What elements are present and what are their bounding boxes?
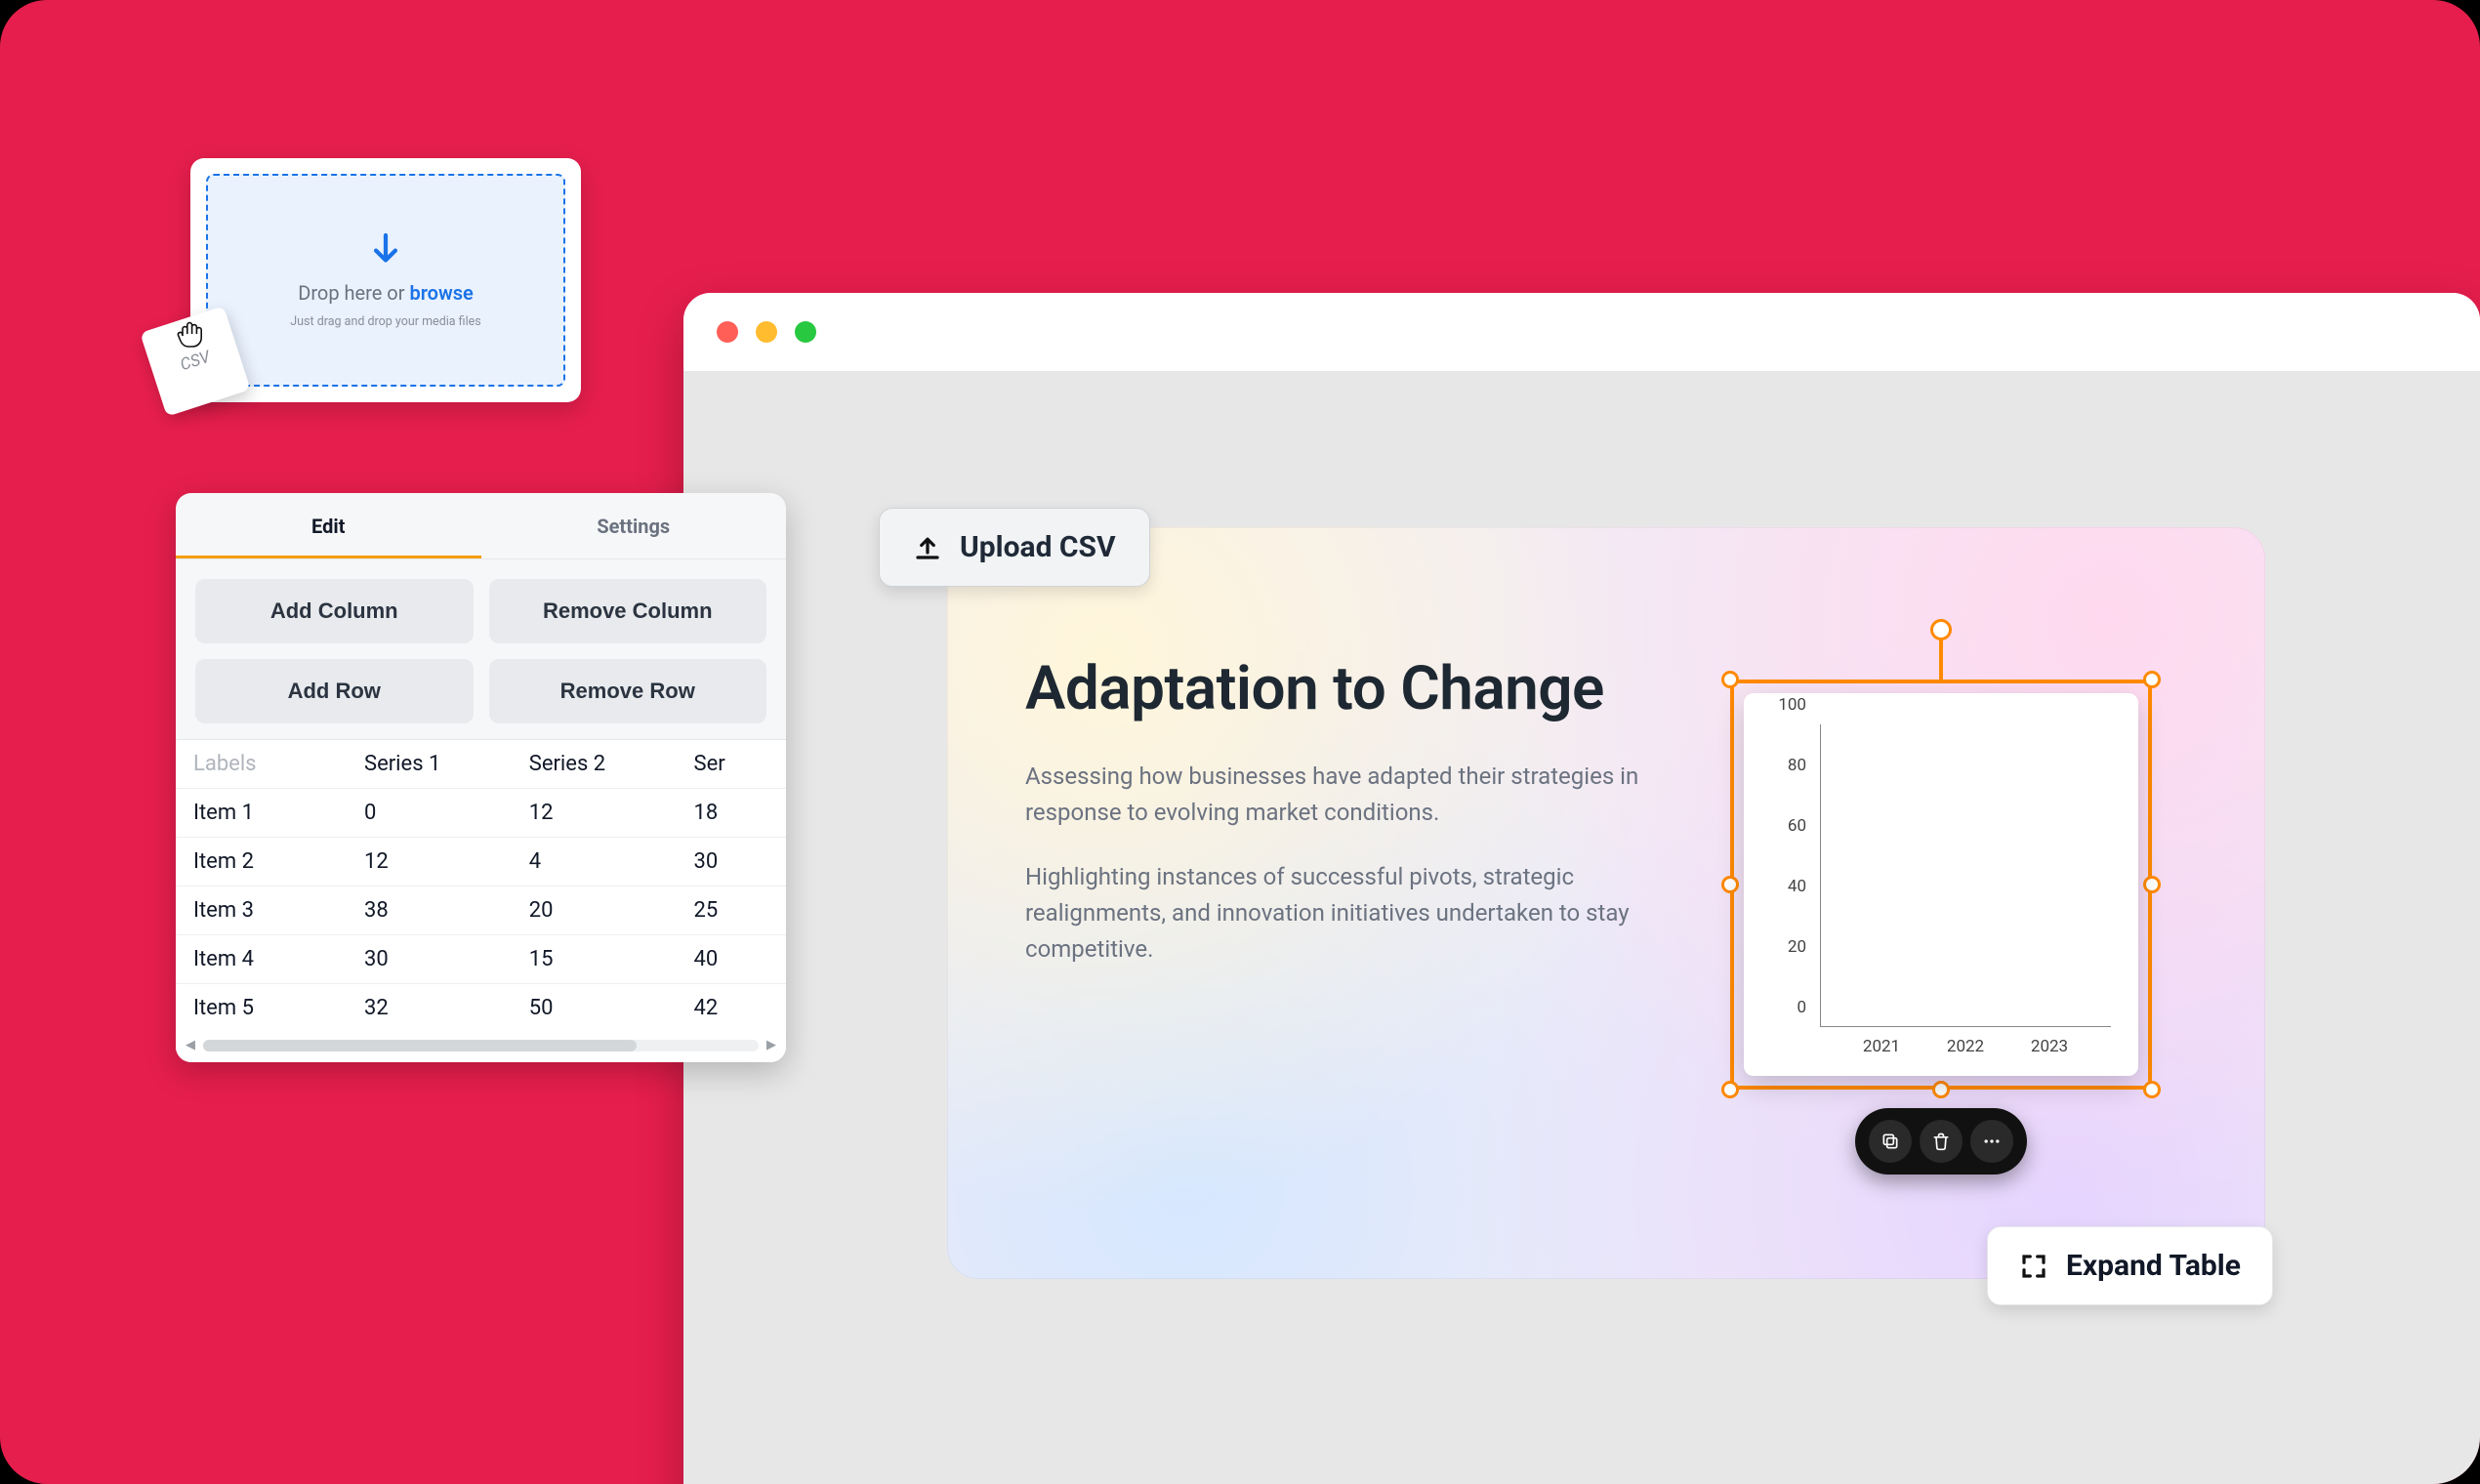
tab-edit[interactable]: Edit (176, 493, 481, 558)
window-close-icon[interactable] (717, 321, 738, 343)
chart-y-axis: 020406080100 (1767, 724, 1812, 1027)
expand-table-button[interactable]: Expand Table (1987, 1226, 2273, 1305)
table-header[interactable]: Ser (677, 740, 787, 789)
panel-button-grid: Add Column Remove Column Add Row Remove … (176, 559, 786, 739)
table-header[interactable]: Series 2 (512, 740, 677, 789)
rotate-handle[interactable] (1930, 619, 1952, 640)
resize-handle-tr[interactable] (2143, 671, 2161, 688)
table-cell[interactable]: 30 (347, 935, 512, 984)
more-icon (1982, 1132, 2002, 1151)
slide-title: Adaptation to Change (1025, 654, 1650, 723)
table-cell[interactable]: Item 4 (176, 935, 347, 984)
data-edit-panel: Edit Settings Add Column Remove Column A… (176, 493, 786, 1062)
table-cell[interactable]: 0 (347, 789, 512, 838)
resize-handle-ml[interactable] (1721, 876, 1739, 893)
chart-bars (1821, 724, 2111, 1026)
scroll-track[interactable] (203, 1040, 759, 1051)
chart-plot (1820, 724, 2111, 1027)
table-cell[interactable]: 12 (347, 838, 512, 886)
resize-handle-tl[interactable] (1721, 671, 1739, 688)
dropzone[interactable]: Drop here or browse Just drag and drop y… (206, 174, 565, 387)
table-row: Item 212430 (176, 838, 786, 886)
x-tick-label: 2022 (1929, 1037, 2002, 1062)
remove-row-button[interactable]: Remove Row (489, 659, 767, 723)
add-row-button[interactable]: Add Row (195, 659, 474, 723)
add-column-button[interactable]: Add Column (195, 579, 474, 643)
resize-handle-mb[interactable] (1932, 1081, 1950, 1098)
window-minimize-icon[interactable] (756, 321, 777, 343)
upload-csv-label: Upload CSV (960, 530, 1116, 564)
chart-x-axis: 2021 2022 2023 (1820, 1031, 2111, 1062)
table-header[interactable]: Series 1 (347, 740, 512, 789)
table-cell[interactable]: 25 (677, 886, 787, 935)
table-row: Item 4301540 (176, 935, 786, 984)
table-cell[interactable]: 42 (677, 984, 787, 1033)
dropzone-card: Drop here or browse Just drag and drop y… (190, 158, 581, 402)
y-tick-label: 20 (1767, 937, 1806, 957)
chart-selection[interactable]: 0 20 40 60 80 100 2021 2022 2023 (1730, 680, 2152, 1090)
table-cell[interactable]: 50 (512, 984, 677, 1033)
chart-toolbar (1855, 1108, 2027, 1175)
table-cell[interactable]: 38 (347, 886, 512, 935)
table-cell[interactable]: 30 (677, 838, 787, 886)
expand-icon (2019, 1252, 2048, 1281)
duplicate-button[interactable] (1869, 1120, 1912, 1163)
delete-button[interactable] (1920, 1120, 1963, 1163)
remove-column-button[interactable]: Remove Column (489, 579, 767, 643)
table-cell[interactable]: 40 (677, 935, 787, 984)
table-row: Item 3382025 (176, 886, 786, 935)
slide-paragraph: Assessing how businesses have adapted th… (1025, 759, 1670, 831)
scroll-right-icon[interactable]: ▶ (766, 1038, 776, 1052)
y-tick-label: 100 (1767, 695, 1806, 715)
table-cell[interactable]: 32 (347, 984, 512, 1033)
y-tick-label: 60 (1767, 816, 1806, 836)
data-table-wrap: LabelsSeries 1Series 2Ser Item 101218Ite… (176, 739, 786, 1062)
table-cell[interactable]: Item 5 (176, 984, 347, 1033)
x-tick-label: 2021 (1845, 1037, 1918, 1062)
table-cell[interactable]: 4 (512, 838, 677, 886)
browser-titlebar (683, 293, 2480, 371)
more-button[interactable] (1970, 1120, 2013, 1163)
data-table: LabelsSeries 1Series 2Ser Item 101218Ite… (176, 740, 786, 1032)
table-row: Item 5325042 (176, 984, 786, 1033)
y-tick-label: 80 (1767, 756, 1806, 775)
table-cell[interactable]: Item 2 (176, 838, 347, 886)
table-cell[interactable]: Item 1 (176, 789, 347, 838)
upload-csv-button[interactable]: Upload CSV (879, 508, 1150, 587)
upload-icon (913, 533, 942, 562)
table-cell[interactable]: 18 (677, 789, 787, 838)
x-tick-label: 2023 (2013, 1037, 2086, 1062)
y-tick-label: 0 (1767, 998, 1806, 1017)
trash-icon (1931, 1132, 1951, 1151)
copy-icon (1881, 1132, 1900, 1151)
horizontal-scrollbar[interactable]: ◀ ▶ (176, 1032, 786, 1062)
dropzone-text-prefix: Drop here or (298, 281, 409, 305)
table-cell[interactable]: Item 3 (176, 886, 347, 935)
panel-tabs: Edit Settings (176, 493, 786, 559)
table-cell[interactable]: 20 (512, 886, 677, 935)
resize-handle-bl[interactable] (1721, 1081, 1739, 1098)
window-zoom-icon[interactable] (795, 321, 816, 343)
table-row: Item 101218 (176, 789, 786, 838)
dropzone-hint: Just drag and drop your media files (290, 314, 480, 329)
chart-area: 020406080100 202120222023 (1767, 717, 2115, 1062)
arrow-down-icon (369, 232, 402, 271)
resize-handle-mr[interactable] (2143, 876, 2161, 893)
rotate-stem (1939, 637, 1943, 680)
table-cell[interactable]: 15 (512, 935, 677, 984)
browse-link[interactable]: browse (409, 281, 473, 305)
resize-handle-br[interactable] (2143, 1081, 2161, 1098)
y-tick-label: 40 (1767, 877, 1806, 896)
expand-table-label: Expand Table (2066, 1249, 2241, 1283)
stage: Drop here or browse Just drag and drop y… (0, 0, 2480, 1484)
chart-card: 0 20 40 60 80 100 2021 2022 2023 (1744, 693, 2138, 1076)
tab-settings[interactable]: Settings (481, 493, 787, 558)
grab-cursor-icon (171, 314, 210, 353)
table-cell[interactable]: 12 (512, 789, 677, 838)
dropzone-text: Drop here or browse (298, 281, 474, 305)
scroll-left-icon[interactable]: ◀ (186, 1038, 195, 1052)
slide-paragraph: Highlighting instances of successful piv… (1025, 859, 1670, 969)
scroll-thumb[interactable] (203, 1040, 637, 1051)
table-header[interactable]: Labels (176, 740, 347, 789)
